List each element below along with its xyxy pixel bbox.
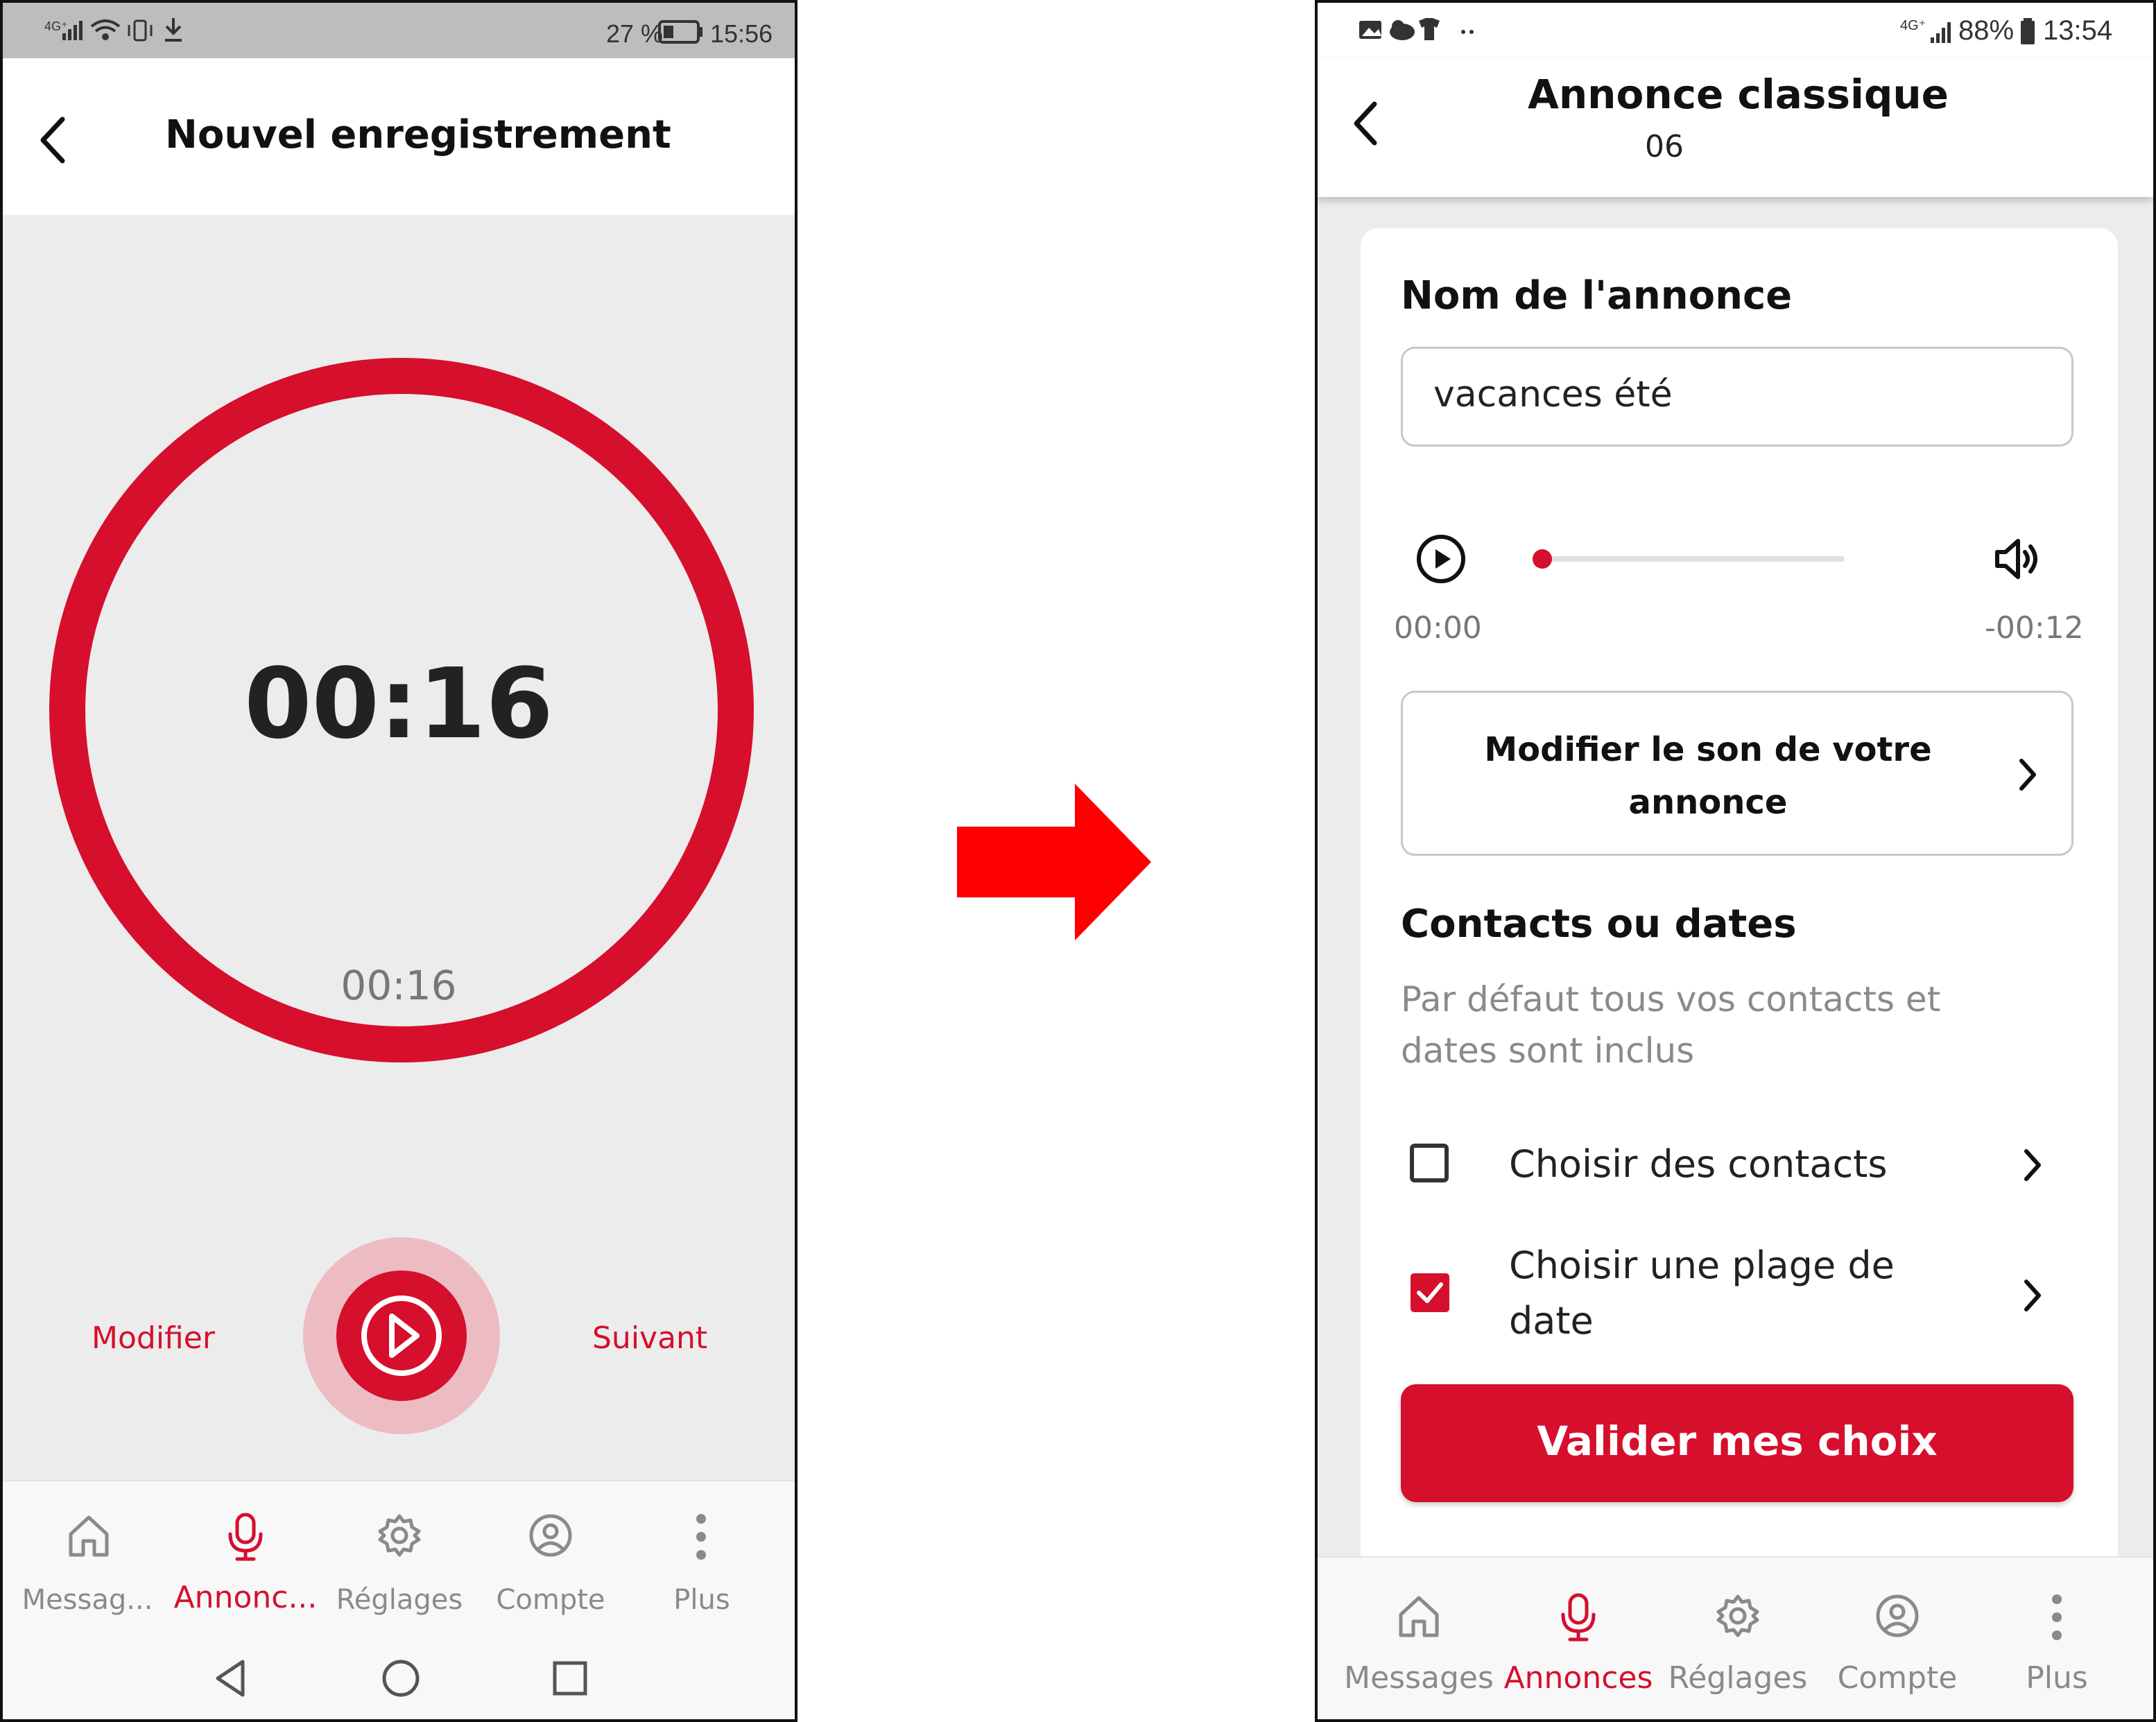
elapsed-time-small: 00:16 bbox=[340, 962, 457, 1009]
battery-percent: 88% bbox=[1958, 15, 2015, 46]
gear-icon bbox=[1716, 1594, 1759, 1637]
nav-label: Annonc... bbox=[173, 1580, 318, 1615]
status-time: 13:54 bbox=[2043, 15, 2113, 46]
bottom-nav: Messages Annonces Réglages Compte Plus bbox=[1318, 1556, 2153, 1719]
nav-label: Messages bbox=[1344, 1660, 1494, 1696]
choose-date-range-label-cont: date bbox=[1509, 1299, 1594, 1343]
nav-label: Réglages bbox=[1668, 1660, 1808, 1696]
microphone-icon bbox=[228, 1513, 263, 1561]
elapsed-time: 00:16 bbox=[244, 648, 553, 761]
chevron-right-icon bbox=[2024, 1280, 2041, 1311]
nav-item-settings[interactable]: Réglages bbox=[1662, 1558, 1814, 1719]
nav-label: Messag... bbox=[21, 1584, 153, 1616]
cloud-icon bbox=[1390, 20, 1415, 40]
more-vertical-icon bbox=[696, 1514, 706, 1560]
play-icon[interactable] bbox=[336, 1271, 467, 1401]
audio-progress-slider[interactable] bbox=[1533, 541, 1852, 576]
nav-item-settings[interactable]: Réglages bbox=[330, 1481, 469, 1634]
play-icon[interactable] bbox=[1415, 533, 1467, 585]
image-icon bbox=[1359, 21, 1381, 39]
home-icon bbox=[69, 1515, 109, 1557]
validate-label: Valider mes choix bbox=[1537, 1418, 1938, 1465]
nav-label: Compte bbox=[1837, 1660, 1958, 1696]
volume-icon[interactable] bbox=[1990, 533, 2046, 585]
bottom-nav: Messag... Annonc... Réglages Compte Plus bbox=[3, 1480, 795, 1634]
nav-item-announcements[interactable]: Annonces bbox=[1502, 1558, 1655, 1719]
next-button[interactable]: Suivant bbox=[592, 1320, 707, 1356]
system-nav bbox=[3, 1633, 795, 1719]
gear-icon bbox=[378, 1514, 421, 1557]
nav-item-account[interactable]: Compte bbox=[1821, 1558, 1974, 1719]
name-heading: Nom de l'annonce bbox=[1401, 273, 1793, 318]
transition-arrow-icon bbox=[957, 784, 1151, 940]
nav-label: Réglages bbox=[336, 1584, 463, 1616]
recents-square-icon[interactable] bbox=[549, 1658, 591, 1699]
user-circle-icon bbox=[529, 1514, 572, 1557]
announcement-name-input[interactable]: vacances été bbox=[1401, 347, 2073, 447]
back-triangle-icon[interactable] bbox=[211, 1658, 252, 1699]
status-bar: 4G⁺ 88% 13:54 bbox=[1318, 3, 2153, 58]
network-label: 4G⁺ bbox=[1900, 18, 1926, 33]
checkbox-checked-icon[interactable] bbox=[1408, 1271, 1452, 1315]
announcement-screen: 4G⁺ 88% 13:54 Annonce classique 06 Nom d… bbox=[1315, 0, 2156, 1722]
timer-ring bbox=[49, 358, 754, 1434]
nav-label: Annonces bbox=[1503, 1660, 1653, 1696]
slider-thumb bbox=[1533, 549, 1552, 569]
battery-icon bbox=[2021, 18, 2035, 44]
home-circle-icon[interactable] bbox=[380, 1658, 422, 1699]
recording-screen: 4G⁺ 27 % 15:56 Nouvel enregistrement 00:… bbox=[0, 0, 797, 1722]
modify-button[interactable]: Modifier bbox=[92, 1320, 215, 1356]
choose-contacts-label: Choisir des contacts bbox=[1509, 1142, 1888, 1186]
checkbox-unchecked-icon[interactable] bbox=[1408, 1142, 1452, 1186]
status-icons bbox=[1359, 18, 1474, 40]
modify-sound-button[interactable]: Modifier le son de votre annonce bbox=[1401, 691, 2073, 856]
chevron-right-icon bbox=[2019, 759, 2036, 791]
nav-item-more[interactable]: Plus bbox=[1981, 1558, 2133, 1719]
nav-item-messages[interactable]: Messag... bbox=[19, 1481, 155, 1634]
announcement-name-value: vacances été bbox=[1433, 374, 1673, 415]
choose-date-range-label: Choisir une plage de bbox=[1509, 1243, 1895, 1287]
nav-label: Plus bbox=[673, 1584, 730, 1616]
nav-label: Plus bbox=[2026, 1660, 2088, 1696]
user-circle-icon bbox=[1876, 1594, 1919, 1637]
home-icon bbox=[1399, 1596, 1439, 1637]
chevron-right-icon bbox=[2024, 1149, 2041, 1181]
nav-item-messages[interactable]: Messages bbox=[1343, 1558, 1495, 1719]
tshirt-icon bbox=[1419, 18, 1440, 40]
current-time: 00:00 bbox=[1394, 610, 1482, 646]
nav-item-account[interactable]: Compte bbox=[481, 1481, 620, 1634]
nav-item-announcements[interactable]: Annonc... bbox=[169, 1481, 322, 1634]
page-subtitle: 06 bbox=[1645, 129, 1684, 164]
nav-item-more[interactable]: Plus bbox=[632, 1481, 771, 1634]
contacts-description: Par défaut tous vos contacts et dates so… bbox=[1401, 979, 1941, 1071]
microphone-icon bbox=[1561, 1593, 1596, 1642]
contacts-heading: Contacts ou dates bbox=[1401, 902, 1797, 947]
validate-button[interactable]: Valider mes choix bbox=[1401, 1384, 2073, 1502]
page-title: Annonce classique bbox=[1528, 71, 1949, 118]
nav-label: Compte bbox=[496, 1584, 605, 1616]
more-vertical-icon bbox=[2052, 1594, 2062, 1640]
modify-sound-label: Modifier le son de votre annonce bbox=[1484, 730, 1932, 822]
remaining-time: -00:12 bbox=[1985, 610, 2084, 646]
signal-icon bbox=[1931, 22, 1951, 43]
